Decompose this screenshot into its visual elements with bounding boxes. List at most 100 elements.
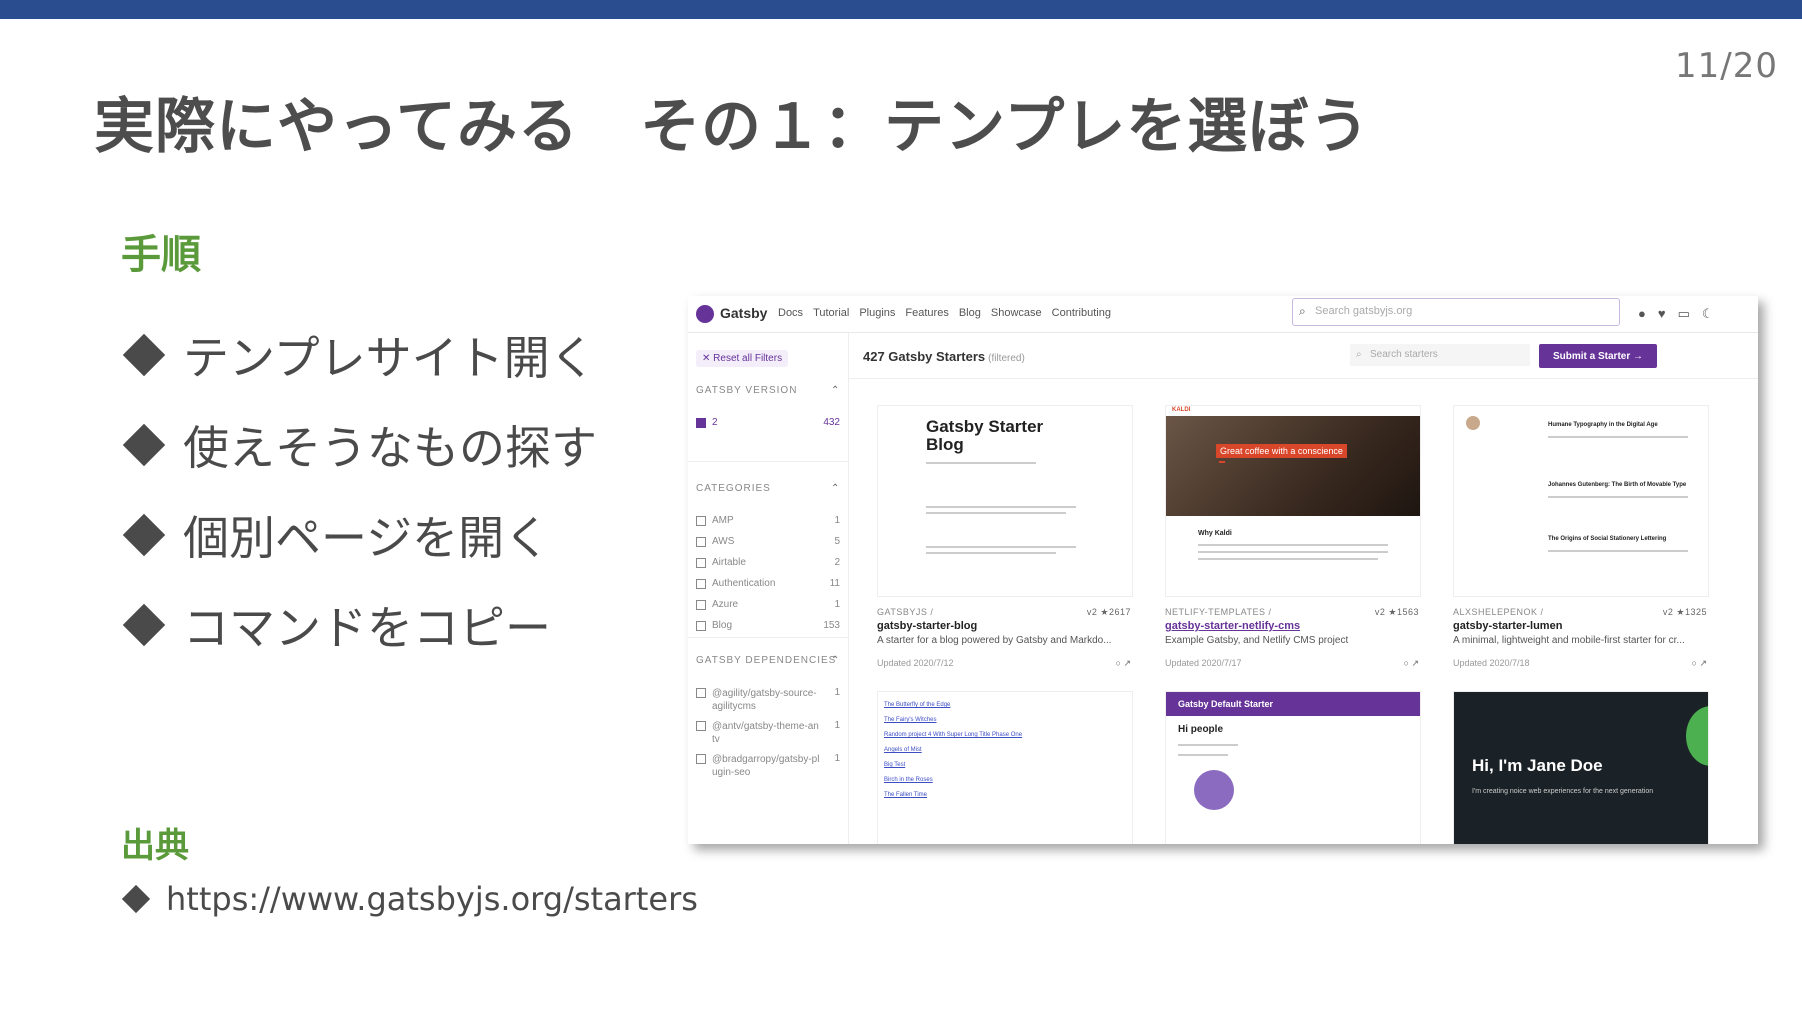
category-option[interactable]: AWS 5 bbox=[696, 536, 840, 547]
category-option[interactable]: Airtable 2 bbox=[696, 557, 840, 568]
starter-card[interactable]: Hi, I'm Jane Doe I'm creating noice web … bbox=[1453, 691, 1709, 844]
checkbox[interactable] bbox=[696, 721, 706, 731]
category-count: 153 bbox=[823, 620, 840, 631]
step-item: テンプレサイト開く bbox=[121, 310, 597, 400]
source-line: https://www.gatsbyjs.org/starters bbox=[121, 880, 698, 918]
diamond-bullet-icon bbox=[122, 333, 166, 377]
card-updated: Updated 2020/7/12 ○ ↗ bbox=[877, 658, 1131, 668]
text-line bbox=[926, 512, 1066, 514]
chevron-up-icon[interactable]: ⌃ bbox=[831, 483, 839, 494]
card-name[interactable]: gatsby-starter-netlify-cms bbox=[1165, 620, 1419, 632]
category-option[interactable]: Azure 1 bbox=[696, 599, 840, 610]
checkbox[interactable] bbox=[696, 516, 706, 526]
version-heading[interactable]: GATSBY VERSION bbox=[696, 385, 797, 396]
thumb-headline: The Origins of Social Stationery Letteri… bbox=[1548, 536, 1667, 542]
source-url[interactable]: https://www.gatsbyjs.org/starters bbox=[166, 880, 698, 918]
coffee-image bbox=[1166, 416, 1420, 516]
checkbox[interactable] bbox=[696, 621, 706, 631]
starter-card[interactable]: The Butterfly of the Edge The Fairy's Wi… bbox=[877, 691, 1133, 844]
category-option[interactable]: Blog 153 bbox=[696, 620, 840, 631]
version-option[interactable]: 2 432 bbox=[696, 417, 840, 428]
checkbox[interactable] bbox=[696, 600, 706, 610]
version-count: 432 bbox=[823, 417, 840, 428]
dependency-option[interactable]: @agility/gatsby-source-agilitycms 1 bbox=[696, 687, 840, 713]
text-line bbox=[1548, 550, 1688, 552]
discord-icon[interactable]: ▭ bbox=[1678, 306, 1690, 322]
card-name[interactable]: gatsby-starter-blog bbox=[877, 620, 1131, 632]
kaldi-logo: KALDI bbox=[1172, 407, 1191, 413]
text-line bbox=[1198, 551, 1388, 553]
updated-text: Updated 2020/7/17 bbox=[1165, 658, 1242, 668]
reset-filters-button[interactable]: ✕ Reset all Filters bbox=[696, 350, 789, 367]
category-label: Blog bbox=[712, 620, 733, 631]
header-icons: ● ♥ ▭ ☾ bbox=[1638, 306, 1714, 322]
external-link-icon[interactable]: ○ ↗ bbox=[1116, 658, 1131, 669]
text-line bbox=[926, 546, 1076, 548]
card-description: Example Gatsby, and Netlify CMS project bbox=[1165, 635, 1349, 646]
checkbox[interactable] bbox=[696, 558, 706, 568]
checkbox[interactable] bbox=[696, 537, 706, 547]
dependency-option[interactable]: @antv/gatsby-theme-antv 1 bbox=[696, 720, 840, 746]
starter-thumbnail[interactable]: Gatsby Default Starter Hi people bbox=[1165, 691, 1421, 844]
category-count: 5 bbox=[834, 536, 840, 547]
nav-contributing[interactable]: Contributing bbox=[1052, 307, 1111, 319]
thumb-title: Gatsby Starter Blog bbox=[926, 417, 1044, 454]
starter-thumbnail[interactable]: KALDI Great coffee with a conscience Why… bbox=[1165, 405, 1421, 597]
starter-card[interactable]: Gatsby Default Starter Hi people bbox=[1165, 691, 1421, 844]
deps-heading[interactable]: GATSBY DEPENDENCIES bbox=[696, 655, 836, 666]
nav-showcase[interactable]: Showcase bbox=[991, 307, 1042, 319]
category-option[interactable]: Authentication 11 bbox=[696, 578, 840, 589]
text-line bbox=[1178, 754, 1228, 756]
search-icon: ⌕ bbox=[1299, 304, 1306, 318]
thumb-header-bar: Gatsby Default Starter bbox=[1166, 692, 1420, 716]
divider bbox=[849, 378, 1758, 379]
submit-starter-button[interactable]: Submit a Starter → bbox=[1539, 344, 1657, 368]
nav-tutorial[interactable]: Tutorial bbox=[813, 307, 849, 319]
starter-card[interactable]: KALDI Great coffee with a conscience Why… bbox=[1165, 405, 1421, 669]
checkbox[interactable] bbox=[696, 418, 706, 428]
nav-features[interactable]: Features bbox=[905, 307, 948, 319]
starter-card[interactable]: Gatsby Starter Blog GATSBYJS / v2 ★2617 g… bbox=[877, 405, 1133, 668]
nav-docs[interactable]: Docs bbox=[778, 307, 803, 319]
thumb-subtitle: I'm creating noice web experiences for t… bbox=[1472, 788, 1654, 795]
category-option[interactable]: AMP 1 bbox=[696, 515, 840, 526]
site-search-input[interactable]: ⌕ Search gatsbyjs.org bbox=[1292, 298, 1620, 326]
github-icon[interactable]: ● bbox=[1638, 306, 1646, 322]
owner-text: ALXSHELEPENOK / bbox=[1453, 607, 1544, 617]
starter-card[interactable]: Humane Typography in the Digital Age Joh… bbox=[1453, 405, 1709, 669]
dependency-label: @antv/gatsby-theme-antv bbox=[712, 721, 819, 745]
thumb-headline: Johannes Gutenberg: The Birth of Movable… bbox=[1548, 482, 1687, 488]
categories-heading[interactable]: CATEGORIES bbox=[696, 483, 771, 494]
chevron-up-icon[interactable]: ⌃ bbox=[831, 385, 839, 396]
dependency-count: 1 bbox=[834, 720, 840, 731]
starter-thumbnail[interactable]: Gatsby Starter Blog bbox=[877, 405, 1133, 597]
external-link-icon[interactable]: ○ ↗ bbox=[1404, 658, 1419, 669]
card-stats: v2 ★2617 bbox=[1086, 607, 1131, 617]
site-search-placeholder: Search gatsbyjs.org bbox=[1315, 305, 1413, 317]
category-label: AMP bbox=[712, 515, 734, 526]
gatsby-brand[interactable]: Gatsby bbox=[720, 305, 767, 321]
starter-search-input[interactable]: ⌕ Search starters bbox=[1350, 344, 1530, 366]
category-label: Azure bbox=[712, 599, 739, 610]
chevron-up-icon[interactable]: ⌃ bbox=[831, 655, 839, 666]
starter-thumbnail[interactable]: Hi, I'm Jane Doe I'm creating noice web … bbox=[1453, 691, 1709, 844]
top-accent-bar bbox=[0, 0, 1802, 19]
checkbox[interactable] bbox=[696, 754, 706, 764]
external-link-icon[interactable]: ○ ↗ bbox=[1692, 658, 1707, 669]
card-description: A starter for a blog powered by Gatsby a… bbox=[877, 635, 1112, 646]
twitter-icon[interactable]: ♥ bbox=[1658, 306, 1666, 322]
starter-thumbnail[interactable]: Humane Typography in the Digital Age Joh… bbox=[1453, 405, 1709, 597]
moon-icon[interactable]: ☾ bbox=[1702, 306, 1714, 322]
text-line bbox=[1198, 544, 1388, 546]
nav-blog[interactable]: Blog bbox=[959, 307, 981, 319]
text-line bbox=[1178, 744, 1238, 746]
dependency-option[interactable]: @bradgarropy/gatsby-plugin-seo 1 bbox=[696, 753, 840, 779]
card-description: A minimal, lightweight and mobile-first … bbox=[1453, 635, 1685, 646]
nav-plugins[interactable]: Plugins bbox=[859, 307, 895, 319]
gatsby-logo-icon[interactable] bbox=[696, 305, 714, 323]
checkbox[interactable] bbox=[696, 579, 706, 589]
card-name[interactable]: gatsby-starter-lumen bbox=[1453, 620, 1707, 632]
dependency-label: @agility/gatsby-source-agilitycms bbox=[712, 688, 817, 712]
checkbox[interactable] bbox=[696, 688, 706, 698]
starter-thumbnail[interactable]: The Butterfly of the Edge The Fairy's Wi… bbox=[877, 691, 1133, 844]
